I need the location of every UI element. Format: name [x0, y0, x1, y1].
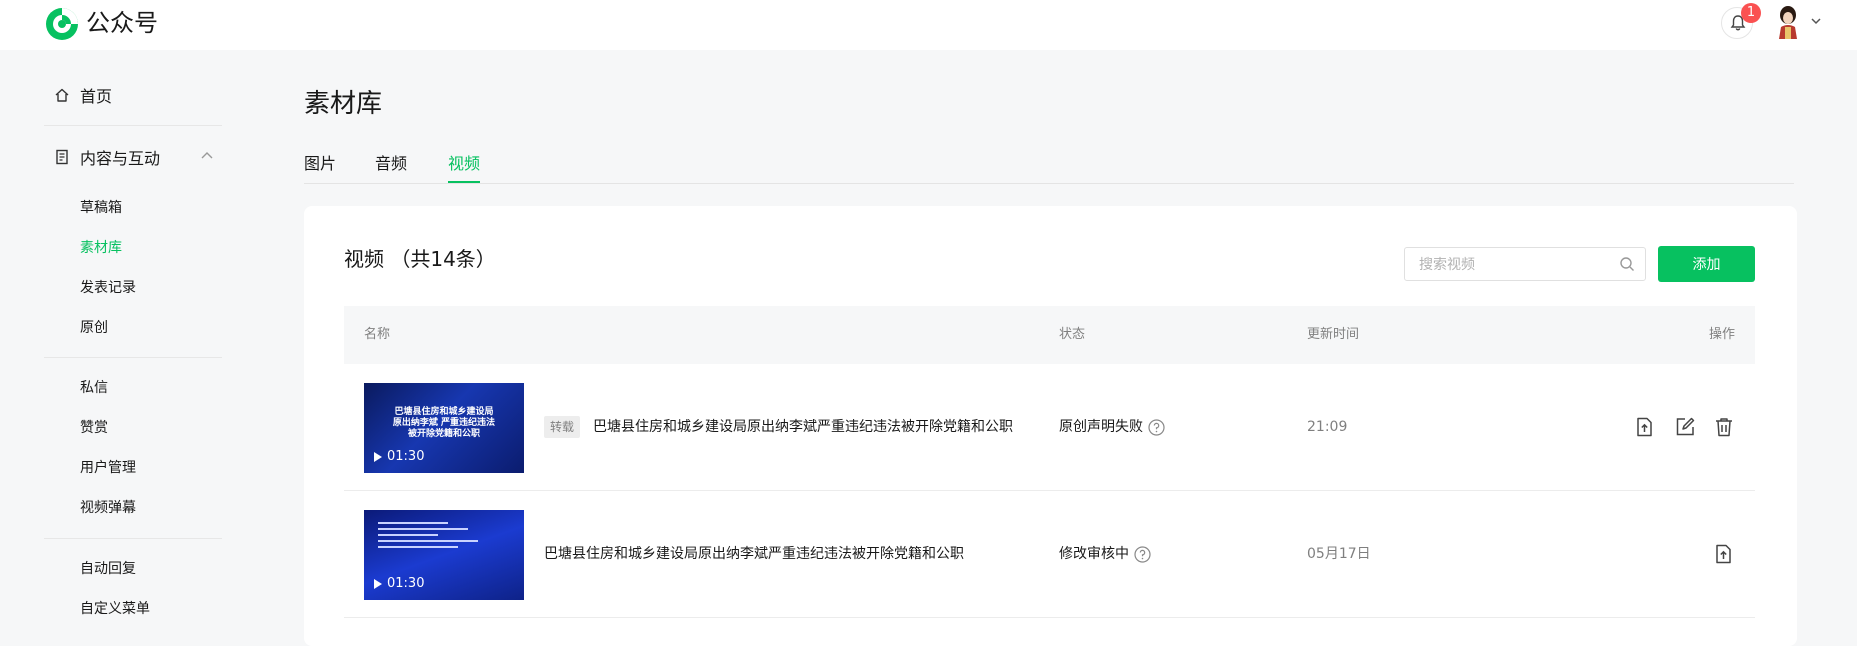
sidebar-item-home[interactable]: 首页 — [54, 83, 112, 107]
search-icon[interactable] — [1619, 256, 1635, 272]
brand-name[interactable]: 公众号 — [86, 6, 158, 40]
duration-text: 01:30 — [387, 449, 425, 464]
thumbnail-decoration — [378, 518, 478, 552]
column-header-actions: 操作 — [1708, 327, 1735, 342]
sidebar-item-messages[interactable]: 私信 — [80, 378, 108, 398]
duration-text: 01:30 — [387, 576, 425, 591]
chevron-up-icon[interactable] — [200, 151, 214, 161]
home-icon — [55, 88, 69, 102]
sidebar-item-rewards[interactable]: 赞赏 — [80, 418, 108, 438]
sidebar-item-auto-reply[interactable]: 自动回复 — [80, 559, 136, 579]
publish-icon[interactable] — [1713, 543, 1735, 565]
top-bar: 公众号 1 — [0, 0, 1857, 50]
sidebar-item-label: 首页 — [80, 87, 113, 106]
table-header: 名称 状态 更新时间 操作 — [344, 306, 1755, 364]
tab-bar: 图片 音频 视频 — [304, 152, 1794, 184]
sidebar-item-video-danmaku[interactable]: 视频弹幕 — [80, 498, 136, 518]
publish-icon[interactable] — [1634, 416, 1656, 438]
edit-icon[interactable] — [1674, 416, 1696, 438]
sidebar-item-publish-records[interactable]: 发表记录 — [80, 278, 136, 298]
status-cell: 修改审核中 — [1059, 543, 1151, 565]
sidebar-divider — [44, 125, 222, 126]
table-row[interactable]: 01:30 巴塘县住房和城乡建设局原出纳李斌严重违纪违法被开除党籍和公职 修改审… — [344, 491, 1755, 618]
sidebar-group-label: 内容与互动 — [80, 149, 161, 168]
sidebar-divider — [44, 357, 222, 358]
sidebar-item-drafts[interactable]: 草稿箱 — [80, 198, 122, 218]
sidebar-divider — [44, 538, 222, 539]
add-button[interactable]: 添加 — [1658, 246, 1755, 282]
update-time: 21:09 — [1307, 419, 1348, 435]
search-input[interactable] — [1417, 248, 1611, 282]
video-title[interactable]: 巴塘县住房和城乡建设局原出纳李斌严重违纪违法被开除党籍和公职 — [593, 416, 1013, 438]
document-icon — [56, 149, 68, 165]
repost-tag: 转载 — [544, 416, 581, 438]
status-text: 原创声明失败 — [1059, 419, 1143, 435]
video-duration: 01:30 — [374, 576, 424, 592]
play-icon — [374, 452, 382, 462]
column-header-status: 状态 — [1059, 327, 1086, 342]
tab-audio[interactable]: 音频 — [375, 152, 407, 176]
search-box[interactable] — [1404, 247, 1646, 282]
sidebar-item-library[interactable]: 素材库 — [80, 238, 122, 258]
thumbnail-caption: 巴塘县住房和城乡建设局 原出纳李斌 严重违纪违法 被开除党籍和公职 — [392, 407, 496, 439]
status-text: 修改审核中 — [1059, 546, 1129, 562]
update-time: 05月17日 — [1307, 546, 1371, 562]
list-title: 视频 （共14条） — [344, 247, 496, 271]
video-thumbnail[interactable]: 01:30 — [364, 510, 524, 600]
chevron-down-icon[interactable] — [1810, 16, 1822, 26]
tab-images[interactable]: 图片 — [304, 152, 336, 176]
table-row[interactable]: 巴塘县住房和城乡建设局 原出纳李斌 严重违纪违法 被开除党籍和公职 01:30 … — [344, 364, 1755, 491]
video-list-card: 视频 （共14条） 添加 名称 状态 更新时间 操作 巴塘县住房和城乡建设局 原… — [304, 206, 1797, 646]
play-icon — [374, 579, 382, 589]
video-title[interactable]: 巴塘县住房和城乡建设局原出纳李斌严重违纪违法被开除党籍和公职 — [544, 543, 964, 565]
video-duration: 01:30 — [374, 449, 424, 465]
sidebar-group-content[interactable]: 内容与互动 — [54, 145, 214, 169]
trash-icon[interactable] — [1713, 416, 1735, 438]
column-header-updated: 更新时间 — [1307, 327, 1360, 342]
sidebar-item-users[interactable]: 用户管理 — [80, 458, 136, 478]
notification-badge: 1 — [1741, 3, 1761, 23]
help-icon[interactable] — [1134, 545, 1151, 563]
video-thumbnail[interactable]: 巴塘县住房和城乡建设局 原出纳李斌 严重违纪违法 被开除党籍和公职 01:30 — [364, 383, 524, 473]
column-header-name: 名称 — [364, 327, 391, 342]
tab-video[interactable]: 视频 — [448, 152, 481, 183]
status-cell: 原创声明失败 — [1059, 416, 1165, 438]
avatar[interactable] — [1772, 5, 1804, 39]
wechat-mp-logo-icon[interactable] — [44, 6, 80, 42]
sidebar-item-custom-menu[interactable]: 自定义菜单 — [80, 599, 150, 619]
sidebar-item-original[interactable]: 原创 — [80, 318, 108, 338]
page-title: 素材库 — [304, 89, 383, 119]
help-icon[interactable] — [1148, 418, 1165, 436]
